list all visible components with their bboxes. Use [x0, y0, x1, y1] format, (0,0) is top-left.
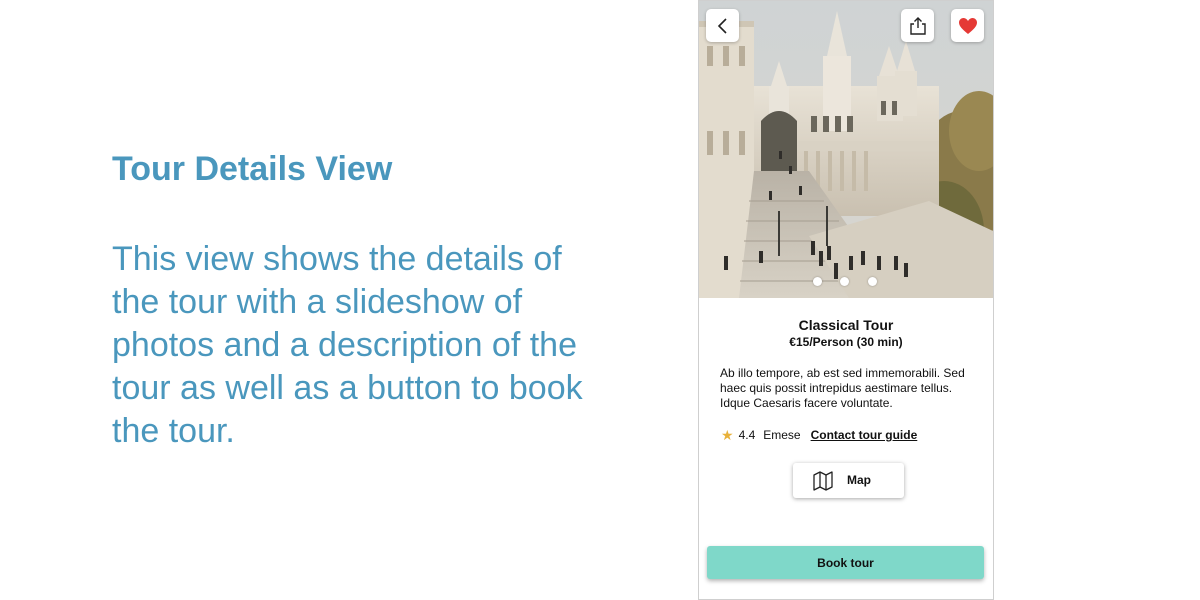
contact-guide-link[interactable]: Contact tour guide — [811, 428, 918, 442]
slide-dot[interactable] — [868, 277, 877, 286]
heart-icon — [958, 17, 977, 34]
slide-dot[interactable] — [813, 277, 822, 286]
tour-photo-slideshow[interactable] — [699, 1, 993, 298]
chevron-left-icon — [717, 17, 727, 34]
map-button-label: Map — [847, 473, 871, 487]
map-icon — [813, 471, 833, 491]
map-button[interactable]: Map — [793, 463, 904, 498]
back-button[interactable] — [706, 9, 739, 42]
slide-dot[interactable] — [840, 277, 849, 286]
tour-title: Classical Tour — [798, 317, 894, 333]
share-icon — [909, 16, 926, 35]
tour-photo — [699, 1, 993, 298]
favorite-button[interactable] — [951, 9, 984, 42]
slide-description: This view shows the details of the tour … — [112, 240, 583, 450]
star-icon: ★ — [721, 426, 734, 443]
phone-screen: Classical Tour €15/Person (30 min) Ab il… — [698, 0, 994, 600]
slide-title: Tour Details View — [112, 150, 393, 188]
tour-meta: ★ 4.4 Emese Contact tour guide — [721, 426, 917, 444]
share-button[interactable] — [901, 9, 934, 42]
slideshow-indicator — [699, 277, 993, 289]
tour-description: Ab illo tempore, ab est sed immemorabili… — [720, 366, 965, 410]
tour-rating: 4.4 — [738, 428, 756, 442]
tour-price: €15/Person (30 min) — [789, 335, 903, 349]
guide-name: Emese — [763, 428, 801, 442]
book-tour-button[interactable]: Book tour — [707, 546, 984, 579]
